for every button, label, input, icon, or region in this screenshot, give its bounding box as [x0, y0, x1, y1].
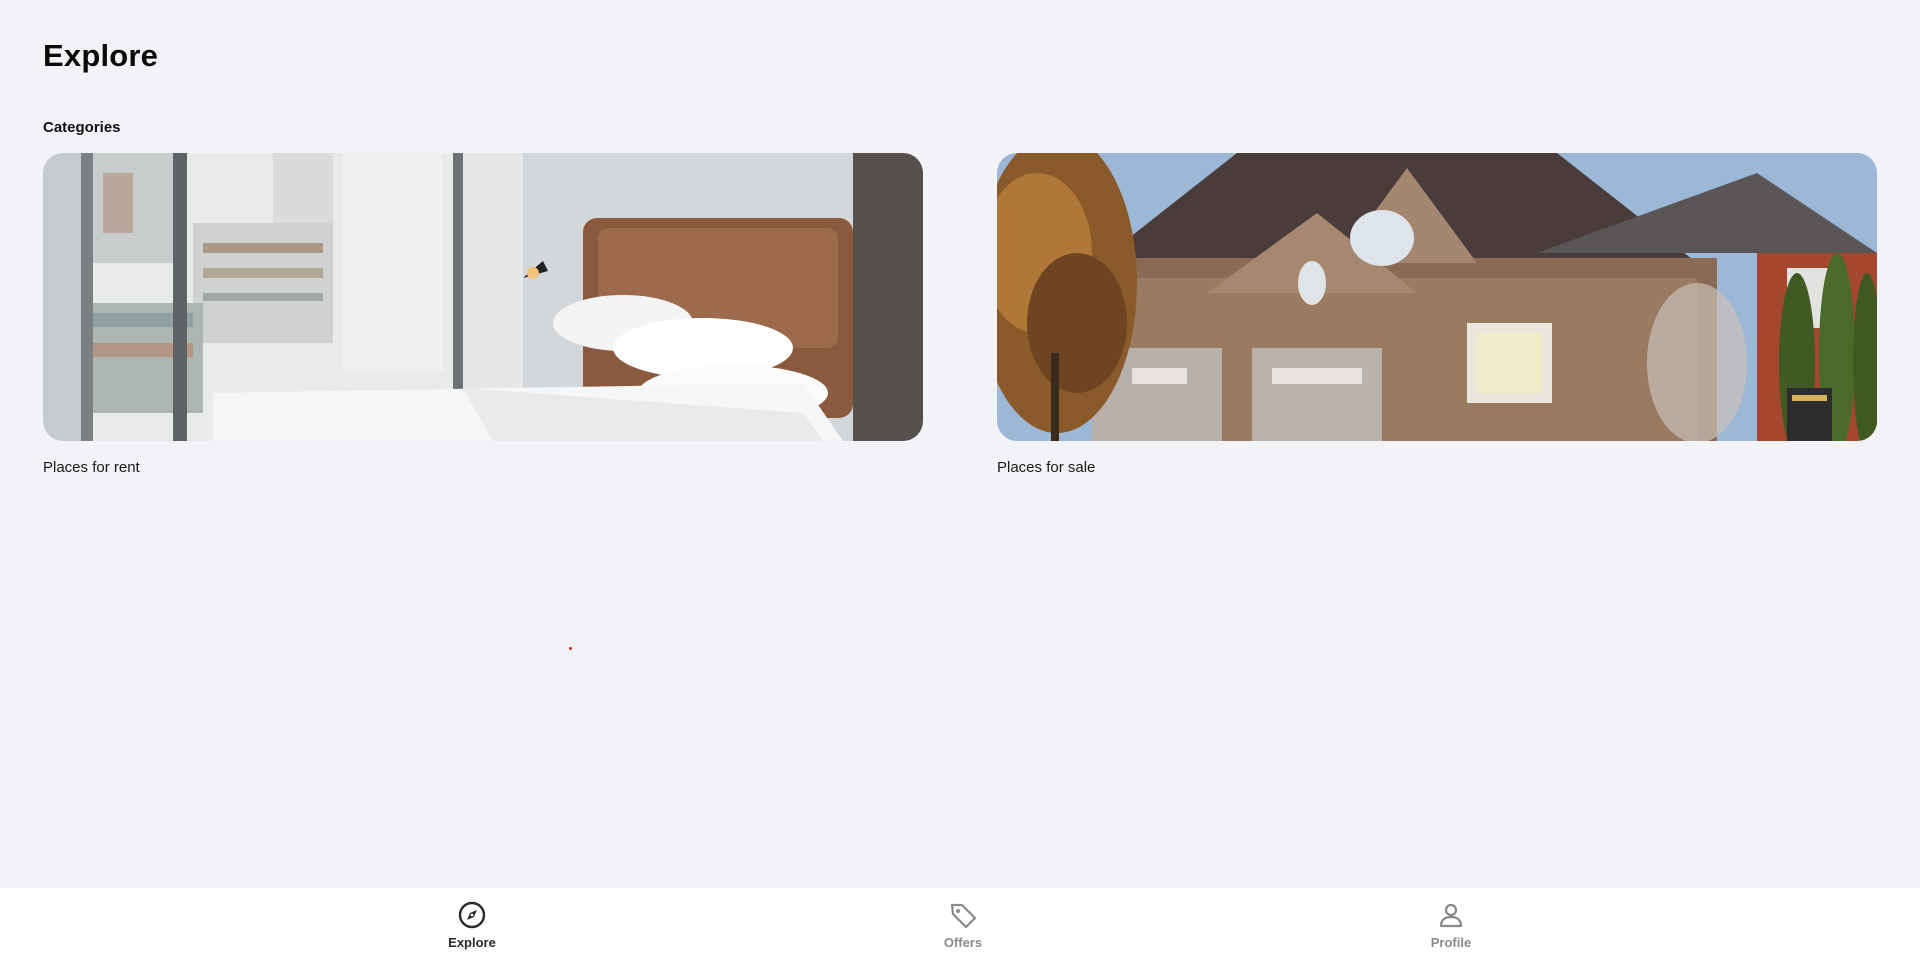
compass-icon	[457, 900, 487, 930]
nav-label-profile: Profile	[1430, 935, 1472, 950]
nav-label-offers: Offers	[943, 935, 983, 950]
nav-item-profile[interactable]: Profile	[1391, 900, 1511, 950]
explore-page: Explore Categories Places for rent Place…	[0, 0, 1920, 961]
tag-icon	[948, 900, 978, 930]
bottom-nav: Explore Offers Profile	[0, 888, 1920, 961]
nav-item-explore[interactable]: Explore	[412, 900, 532, 950]
page-title: Explore	[43, 38, 159, 73]
category-label-rent: Places for rent	[43, 459, 140, 476]
category-label-sale: Places for sale	[997, 459, 1096, 476]
person-icon	[1436, 900, 1466, 930]
bedroom-photo[interactable]	[43, 153, 923, 441]
nav-label-explore: Explore	[448, 935, 496, 950]
categories-heading: Categories	[43, 119, 121, 136]
category-card-sale[interactable]: Places for sale	[997, 153, 1877, 476]
house-photo[interactable]	[997, 153, 1877, 441]
category-card-rent[interactable]: Places for rent	[43, 153, 923, 476]
nav-item-offers[interactable]: Offers	[903, 900, 1023, 950]
red-dot-marker	[569, 647, 572, 650]
